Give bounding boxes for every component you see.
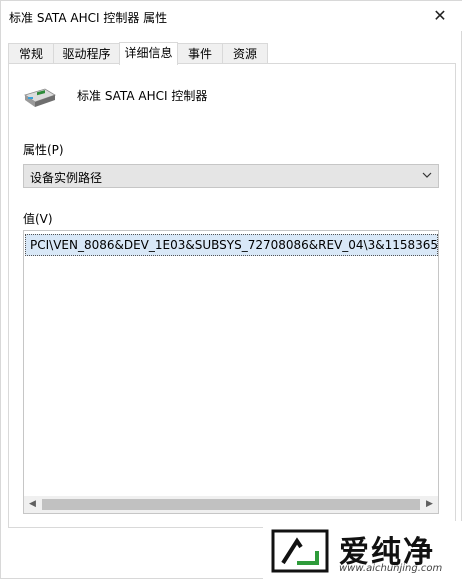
device-name: 标准 SATA AHCI 控制器 xyxy=(77,89,208,103)
property-select-value: 设备实例路径 xyxy=(30,171,103,185)
scroll-left-icon[interactable]: ◀ xyxy=(24,496,41,513)
close-icon: ✕ xyxy=(433,6,447,25)
property-label: 属性(P) xyxy=(23,143,64,157)
window-title: 标准 SATA AHCI 控制器 属性 xyxy=(9,11,168,25)
tab-events[interactable]: 事件 xyxy=(177,43,223,63)
title-bar: 标准 SATA AHCI 控制器 属性 ✕ xyxy=(1,1,462,31)
value-listbox[interactable]: PCI\VEN_8086&DEV_1E03&SUBSYS_72708086&RE… xyxy=(23,230,439,514)
tab-resources[interactable]: 资源 xyxy=(222,43,268,63)
property-select[interactable]: 设备实例路径 xyxy=(23,164,439,188)
tab-driver[interactable]: 驱动程序 xyxy=(53,43,120,63)
chevron-down-icon xyxy=(422,172,432,178)
scroll-right-icon[interactable]: ▶ xyxy=(421,496,438,513)
value-label: 值(V) xyxy=(23,212,53,226)
tab-details[interactable]: 详细信息 xyxy=(119,42,178,65)
close-button[interactable]: ✕ xyxy=(417,1,462,31)
watermark-logo-icon xyxy=(271,529,329,573)
list-item-text: PCI\VEN_8086&DEV_1E03&SUBSYS_72708086&RE… xyxy=(30,238,438,252)
storage-controller-icon xyxy=(23,85,57,111)
properties-dialog: 标准 SATA AHCI 控制器 属性 ✕ 常规 驱动程序 详细信息 事件 资源… xyxy=(0,0,462,580)
watermark: 爱纯净 www.aichunjing.com xyxy=(263,521,462,580)
watermark-url: www.aichunjing.com xyxy=(339,563,443,574)
tab-general[interactable]: 常规 xyxy=(8,43,54,63)
scroll-thumb[interactable] xyxy=(42,499,420,510)
horizontal-scrollbar[interactable]: ◀ ▶ xyxy=(24,496,438,513)
list-item[interactable]: PCI\VEN_8086&DEV_1E03&SUBSYS_72708086&RE… xyxy=(25,234,438,256)
tab-strip: 常规 驱动程序 详细信息 事件 资源 xyxy=(8,42,454,65)
